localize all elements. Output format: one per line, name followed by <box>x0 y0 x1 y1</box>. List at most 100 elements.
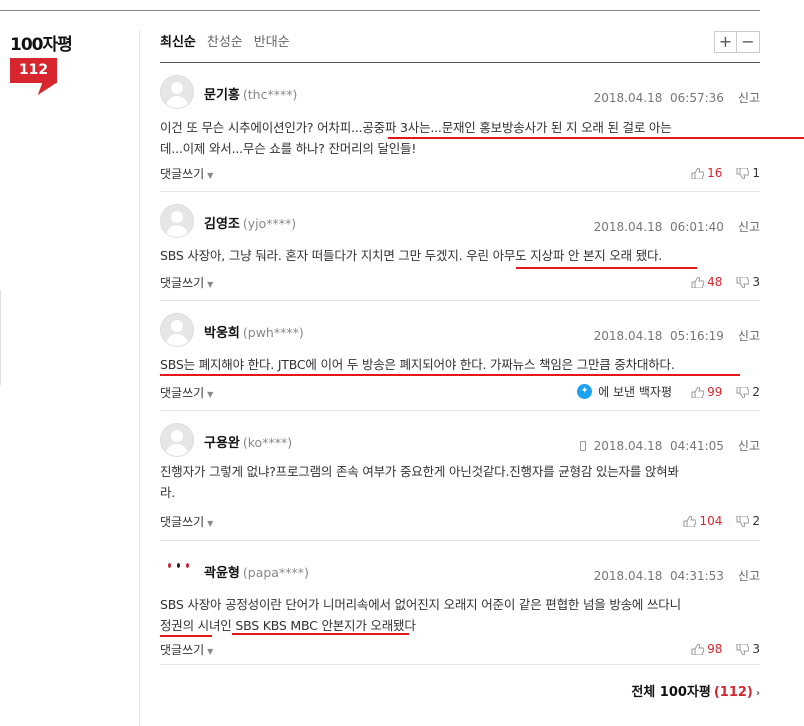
like-button[interactable]: 48 <box>691 275 722 289</box>
comment-date: 2018.04.18 <box>593 219 663 234</box>
author-name[interactable]: 김영조 <box>204 217 240 232</box>
comment-time: 04:41:05 <box>670 438 724 453</box>
column-divider <box>139 30 140 726</box>
like-button[interactable]: 104 <box>683 514 722 528</box>
like-button[interactable]: 98 <box>691 642 722 656</box>
comment-author: 문기홍 (thc****) <box>204 84 297 103</box>
like-count: 98 <box>707 642 723 656</box>
comment-meta: 2018.04.18 06:57:36 신고 <box>594 89 760 106</box>
red-underline-annotation <box>388 137 804 139</box>
dislike-button[interactable]: 2 <box>736 385 760 399</box>
reply-button[interactable]: 댓글쓰기 ▼ <box>160 384 213 401</box>
comment-date: 2018.04.18 <box>593 568 663 583</box>
dislike-button[interactable]: 3 <box>736 642 760 656</box>
comment-line: SBS 사장아, 그냥 둬라. 혼자 떠들다가 지치면 그만 두겠지. 우린 아… <box>160 248 663 263</box>
caret-down-icon: ▼ <box>207 171 214 180</box>
view-all-count: (112) <box>713 685 753 700</box>
comments-title: 100자평 <box>10 35 73 55</box>
dislike-count: 1 <box>752 166 760 180</box>
dislike-count: 2 <box>752 514 760 528</box>
like-count: 16 <box>707 166 723 180</box>
dislike-button[interactable]: 1 <box>736 166 760 180</box>
comment-meta: 2018.04.18 04:31:53 신고 <box>594 567 760 584</box>
red-underline-annotation <box>160 374 740 376</box>
comment-time: 05:16:19 <box>670 328 724 343</box>
author-name[interactable]: 곽윤형 <box>204 566 240 581</box>
dislike-count: 3 <box>752 642 760 656</box>
reply-button[interactable]: 댓글쓰기 ▼ <box>160 274 213 291</box>
sort-tab-likes[interactable]: 찬성순 <box>207 31 243 50</box>
sort-tab-dislikes[interactable]: 반대순 <box>254 31 290 50</box>
mobile-icon <box>579 440 586 451</box>
report-button[interactable]: 신고 <box>738 89 760 106</box>
report-button[interactable]: 신고 <box>738 327 760 344</box>
comment-date: 2018.04.18 <box>593 90 663 105</box>
font-size-controls: + − <box>714 31 760 53</box>
thumbs-up-icon <box>683 515 697 527</box>
comment-meta: 2018.04.18 06:01:40 신고 <box>594 218 760 235</box>
report-button[interactable]: 신고 <box>738 437 760 454</box>
font-decrease-button[interactable]: − <box>737 31 760 53</box>
comment-meta: 2018.04.18 04:41:05 신고 <box>579 437 760 454</box>
dislike-button[interactable]: 2 <box>736 514 760 528</box>
comment-body: SBS 사장아 공정성이란 단어가 니머리속에서 없어진지 오래지 어준이 같은… <box>160 594 760 636</box>
author-id: (papa****) <box>242 565 309 580</box>
thumbs-up-icon <box>691 386 705 398</box>
vote-group: 99 2 <box>691 385 760 399</box>
list-top-divider <box>160 62 760 63</box>
caret-down-icon: ▼ <box>207 519 214 528</box>
comment-body: SBS는 폐지해야 한다. JTBC에 이어 두 방송은 폐지되어야 한다. 가… <box>160 354 760 375</box>
author-name[interactable]: 문기홍 <box>204 88 240 103</box>
comment-count-badge: 112 <box>10 58 57 83</box>
caret-down-icon: ▼ <box>207 280 214 289</box>
author-id: (ko****) <box>242 435 293 450</box>
comment-divider <box>160 191 760 192</box>
like-button[interactable]: 16 <box>691 166 722 180</box>
like-count: 99 <box>707 385 723 399</box>
dislike-count: 3 <box>752 275 760 289</box>
font-increase-button[interactable]: + <box>714 31 737 53</box>
like-count: 104 <box>699 514 723 528</box>
dislike-button[interactable]: 3 <box>736 275 760 289</box>
view-all-comments-link[interactable]: 전체 100자평 (112) › <box>631 681 760 700</box>
avatar <box>160 313 194 347</box>
twitter-icon: ✦ <box>577 384 593 399</box>
thumbs-up-icon <box>691 643 705 655</box>
vote-group: 16 1 <box>691 166 760 180</box>
author-id: (yjo****) <box>242 216 297 231</box>
author-name[interactable]: 구용완 <box>204 436 240 451</box>
dislike-count: 2 <box>752 385 760 399</box>
comment-body: 진행자가 그렇게 없냐?프로그램의 존속 여부가 중요한게 아닌것같다.진행자를… <box>160 461 760 503</box>
red-underline-annotation <box>516 267 697 269</box>
vote-group: 48 3 <box>691 275 760 289</box>
comment-divider <box>160 300 760 301</box>
thumbs-down-icon <box>736 643 750 655</box>
caret-down-icon: ▼ <box>207 647 214 656</box>
avatar <box>160 553 194 587</box>
author-name[interactable]: 박웅희 <box>204 326 240 341</box>
red-underline-annotation <box>232 633 409 635</box>
comment-author: 김영조 (yjo****) <box>204 213 296 232</box>
author-id: (thc****) <box>242 87 298 102</box>
red-underline-annotation <box>160 635 212 637</box>
reply-button[interactable]: 댓글쓰기 ▼ <box>160 513 213 530</box>
twitter-share-link[interactable]: ✦ 에 보낸 백자평 <box>577 383 672 400</box>
left-edge-line <box>0 290 1 385</box>
reply-button[interactable]: 댓글쓰기 ▼ <box>160 165 213 182</box>
reply-label: 댓글쓰기 <box>160 276 205 290</box>
vote-group: 104 2 <box>683 514 760 528</box>
report-button[interactable]: 신고 <box>738 567 760 584</box>
comment-meta: 2018.04.18 05:16:19 신고 <box>594 327 760 344</box>
like-button[interactable]: 99 <box>691 385 722 399</box>
avatar <box>160 204 194 238</box>
comment-line: 라. <box>160 485 176 500</box>
comment-line: 진행자가 그렇게 없냐?프로그램의 존속 여부가 중요한게 아닌것같다.진행자를… <box>160 464 679 479</box>
thumbs-down-icon <box>736 515 750 527</box>
reply-button[interactable]: 댓글쓰기 ▼ <box>160 641 213 658</box>
like-count: 48 <box>707 275 723 289</box>
comment-date: 2018.04.18 <box>593 328 663 343</box>
sort-tab-latest[interactable]: 최신순 <box>160 31 196 50</box>
report-button[interactable]: 신고 <box>738 218 760 235</box>
comment-author: 박웅희 (pwh****) <box>204 322 304 341</box>
comment-line: 데...이제 와서...무슨 쇼를 하나? 잔머리의 달인들! <box>160 141 417 156</box>
